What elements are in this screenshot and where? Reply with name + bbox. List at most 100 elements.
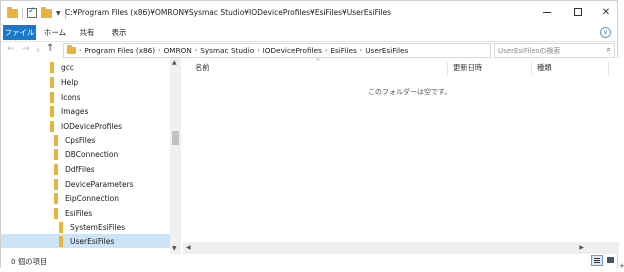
- folder-icon: [54, 148, 58, 160]
- tree-item-help[interactable]: Help: [1, 75, 171, 89]
- title-bar: ▼ C:¥Program Files (x86)¥OMRON¥Sysmac St…: [1, 1, 617, 25]
- tree-item-label: SystemEsiFiles: [70, 222, 126, 232]
- quick-access-toolbar: ▼: [7, 6, 66, 19]
- breadcrumb-separator[interactable]: ›: [158, 47, 160, 54]
- horizontal-scrollbar[interactable]: ◀ ▶: [183, 242, 619, 254]
- status-bar: 0 個の項目: [1, 254, 617, 268]
- close-icon: ✕: [601, 6, 611, 18]
- tab-home[interactable]: ホーム: [43, 25, 67, 40]
- customize-toolbar-icon[interactable]: ▼: [56, 10, 61, 17]
- folder-icon: [7, 6, 18, 18]
- tree-item-eipconnection[interactable]: EipConnection: [1, 191, 171, 205]
- folder-icon: [50, 120, 54, 132]
- explorer-window: ▼ C:¥Program Files (x86)¥OMRON¥Sysmac St…: [0, 0, 619, 268]
- address-row: ← → ∨ ↑ › Program Files (x86) › OMRON › …: [1, 41, 617, 58]
- breadcrumb-program-files[interactable]: Program Files (x86): [84, 46, 155, 55]
- tree-item-label: EipConnection: [65, 193, 120, 203]
- tree-item-label: Images: [61, 106, 89, 116]
- search-icon[interactable]: ⌕: [607, 45, 611, 55]
- folder-icon: [59, 221, 63, 233]
- nav-scrollbar[interactable]: ▲ ▼: [170, 58, 181, 254]
- window-title: C:¥Program Files (x86)¥OMRON¥Sysmac Stud…: [65, 8, 392, 17]
- item-count: 0 個の項目: [11, 257, 48, 266]
- breadcrumb-iodeviceprofiles[interactable]: IODeviceProfiles: [263, 46, 322, 55]
- column-header-modified[interactable]: 更新日時: [453, 60, 482, 76]
- column-divider[interactable]: [447, 62, 448, 76]
- tab-share[interactable]: 共有: [75, 25, 99, 40]
- breadcrumb-separator[interactable]: ›: [325, 47, 327, 54]
- tree-item-useresifiles[interactable]: UserEsiFiles: [1, 234, 171, 248]
- large-icons-view-icon[interactable]: [605, 255, 617, 266]
- forward-button[interactable]: →: [22, 44, 30, 54]
- breadcrumb-separator[interactable]: ›: [195, 47, 197, 54]
- tree-item-iodeviceprofiles[interactable]: IODeviceProfiles: [1, 119, 171, 133]
- breadcrumb-separator[interactable]: ›: [360, 47, 362, 54]
- tree-item-dbconnection[interactable]: DBConnection: [1, 147, 171, 161]
- folder-icon: [54, 163, 58, 175]
- up-button[interactable]: ↑: [46, 43, 54, 54]
- tree-item-label: Help: [61, 77, 79, 87]
- breadcrumb-useresifiles[interactable]: UserEsiFiles: [365, 46, 408, 55]
- scroll-right-icon[interactable]: ▶: [579, 244, 584, 251]
- maximize-button[interactable]: [565, 4, 591, 20]
- search-input[interactable]: [498, 45, 598, 56]
- recent-locations-button[interactable]: ∨: [36, 47, 40, 54]
- minimize-button[interactable]: [534, 4, 560, 20]
- tree-item-gcc[interactable]: gcc: [1, 60, 171, 74]
- scroll-up-icon[interactable]: ▲: [172, 59, 177, 66]
- folder-icon: [50, 91, 54, 103]
- column-header-name[interactable]: 名前: [195, 60, 210, 76]
- tree-item-label: IODeviceProfiles: [61, 121, 122, 131]
- tree-item-esifiles[interactable]: EsiFiles: [1, 206, 171, 220]
- maximize-icon: [574, 8, 582, 16]
- folder-icon: [59, 235, 63, 247]
- breadcrumb-sysmac-studio[interactable]: Sysmac Studio: [200, 46, 254, 55]
- minimize-icon: [543, 11, 551, 13]
- toolbar-divider: [22, 7, 23, 19]
- tree-item-label: DeviceParameters: [65, 179, 134, 189]
- folder-icon: [50, 76, 54, 88]
- tree-item-label: EsiFiles: [65, 208, 93, 218]
- details-view-icon[interactable]: [591, 255, 603, 266]
- navigation-pane: gcc Help Icons Images IODeviceProfiles C…: [1, 58, 181, 254]
- ribbon-tabs: ファイル ホーム 共有 表示 ∨: [1, 25, 617, 41]
- scroll-left-icon[interactable]: ◀: [186, 244, 191, 251]
- column-divider[interactable]: [531, 62, 532, 76]
- tab-view[interactable]: 表示: [107, 25, 131, 40]
- properties-icon[interactable]: [27, 6, 37, 18]
- tree-item-label: CpsFiles: [65, 135, 96, 145]
- chevron-down-icon: ∨: [603, 29, 608, 36]
- tree-item-cpsfiles[interactable]: CpsFiles: [1, 133, 171, 147]
- folder-icon: [67, 45, 76, 54]
- new-folder-icon[interactable]: [41, 6, 52, 18]
- tree-item-icons[interactable]: Icons: [1, 90, 171, 104]
- folder-icon: [54, 192, 58, 204]
- breadcrumb-separator[interactable]: ›: [257, 47, 259, 54]
- tree-item-images[interactable]: Images: [1, 104, 171, 118]
- tree-item-label: DBConnection: [65, 149, 119, 159]
- search-box[interactable]: ⌕: [494, 43, 615, 58]
- breadcrumb-separator[interactable]: ›: [79, 47, 81, 54]
- column-divider[interactable]: [608, 62, 609, 76]
- tree-item-systemesifiles[interactable]: SystemEsiFiles: [1, 220, 171, 234]
- tree-item-label: gcc: [61, 62, 75, 72]
- expand-ribbon-button[interactable]: ∨: [600, 27, 611, 38]
- resize-grip-icon[interactable]: +: [619, 262, 624, 270]
- address-bar[interactable]: › Program Files (x86) › OMRON › Sysmac S…: [63, 43, 491, 58]
- folder-icon: [50, 105, 54, 117]
- scroll-down-icon[interactable]: ▼: [172, 245, 177, 252]
- sort-indicator-icon: ^: [315, 58, 321, 66]
- close-button[interactable]: ✕: [593, 4, 619, 20]
- folder-icon: [54, 134, 58, 146]
- folder-icon: [54, 178, 58, 190]
- tree-item-ddffiles[interactable]: DdfFiles: [1, 162, 171, 176]
- breadcrumb-esifiles[interactable]: EsiFiles: [330, 46, 356, 55]
- folder-icon: [54, 207, 58, 219]
- scrollbar-thumb[interactable]: [172, 131, 179, 145]
- column-header-type[interactable]: 種類: [537, 60, 552, 76]
- breadcrumb-omron[interactable]: OMRON: [164, 46, 192, 55]
- tree-item-label: DdfFiles: [65, 164, 95, 174]
- back-button[interactable]: ←: [7, 44, 15, 54]
- tab-file[interactable]: ファイル: [3, 25, 36, 40]
- tree-item-deviceparameters[interactable]: DeviceParameters: [1, 177, 171, 191]
